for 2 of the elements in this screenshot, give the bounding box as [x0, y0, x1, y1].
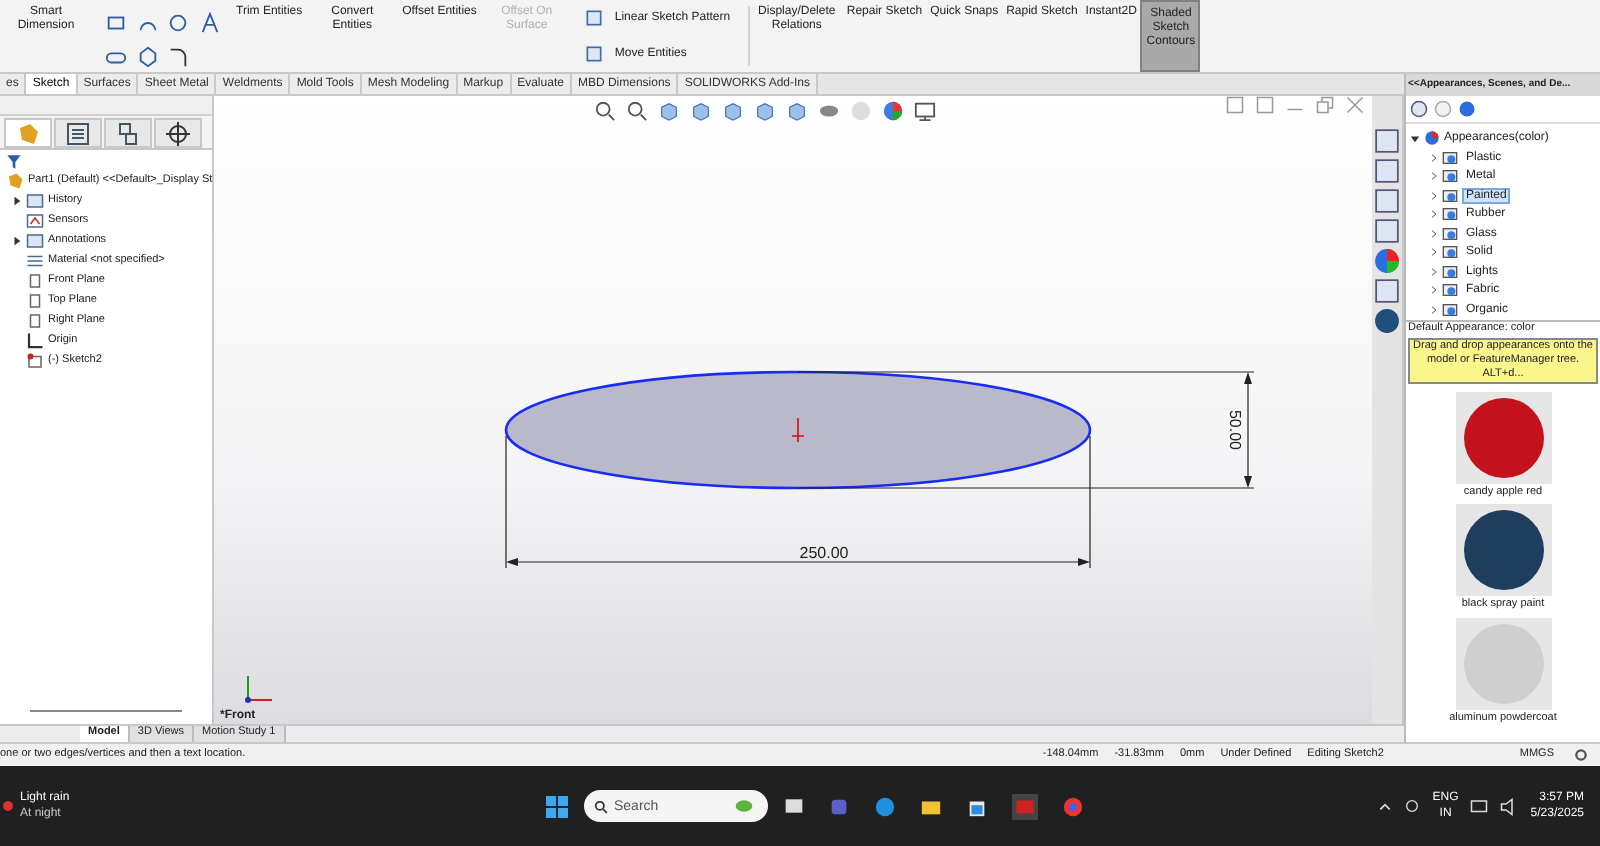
dimension-value[interactable]: 250.00	[799, 544, 849, 562]
dimension-value[interactable]: 50.00	[1226, 409, 1244, 451]
